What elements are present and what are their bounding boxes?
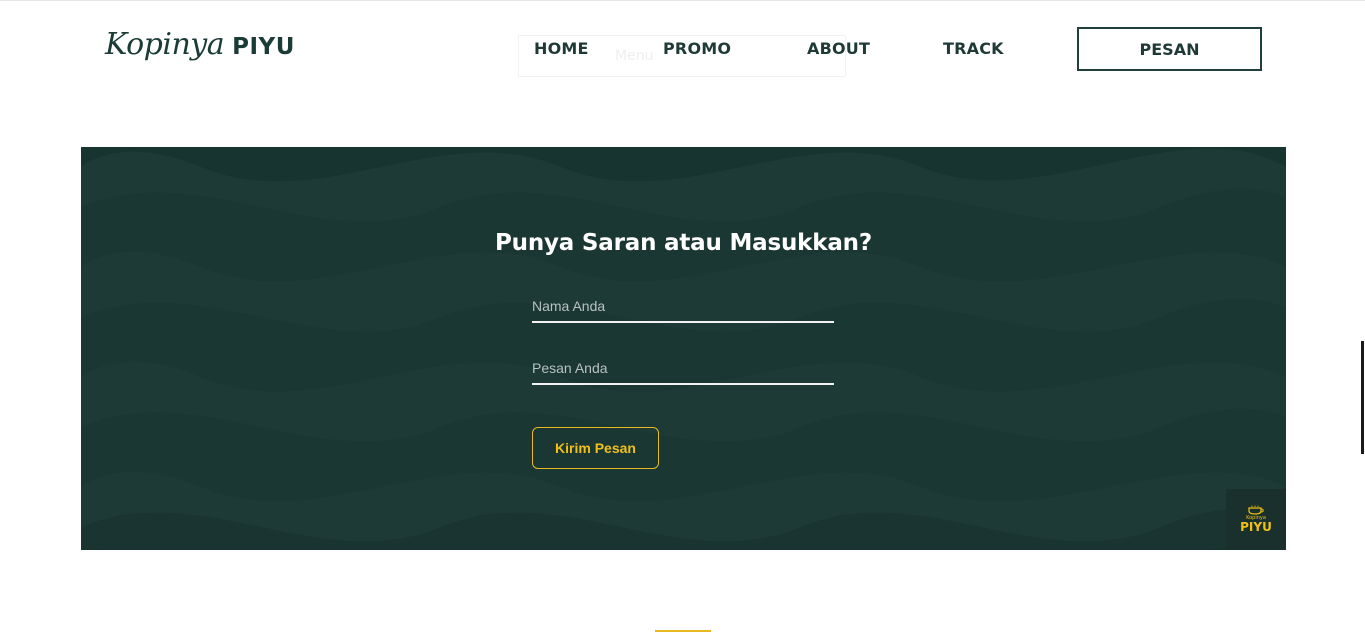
wave-background: [81, 147, 1286, 550]
name-input[interactable]: [532, 291, 834, 321]
nav-promo[interactable]: PROMO: [663, 39, 731, 58]
feedback-section: Punya Saran atau Masukkan? Kirim Pesan K…: [81, 147, 1286, 550]
nav-about[interactable]: ABOUT: [807, 39, 870, 58]
section-divider-accent: [655, 630, 711, 632]
nav-home[interactable]: HOME: [534, 39, 589, 58]
send-message-button[interactable]: Kirim Pesan: [532, 427, 659, 469]
message-input[interactable]: [532, 353, 834, 383]
name-field[interactable]: [532, 291, 834, 323]
coffee-cup-icon: [1248, 505, 1264, 515]
pesan-button[interactable]: PESAN: [1077, 27, 1262, 71]
brand-logo[interactable]: Kopinya PIYU: [105, 27, 295, 67]
navbar: Kopinya PIYU Menu HOME PROMO ABOUT TRACK…: [0, 1, 1365, 97]
corner-brand-logo[interactable]: Kopinya PIYU: [1226, 489, 1286, 550]
corner-logo-big-text: PIYU: [1240, 520, 1272, 534]
nav-track[interactable]: TRACK: [943, 39, 1004, 58]
scrollbar-thumb[interactable]: [1361, 341, 1364, 454]
feedback-title: Punya Saran atau Masukkan?: [495, 230, 872, 257]
brand-script-text: Kopinya: [105, 27, 225, 62]
brand-bold-text: PIYU: [232, 34, 295, 60]
message-field[interactable]: [532, 353, 834, 385]
